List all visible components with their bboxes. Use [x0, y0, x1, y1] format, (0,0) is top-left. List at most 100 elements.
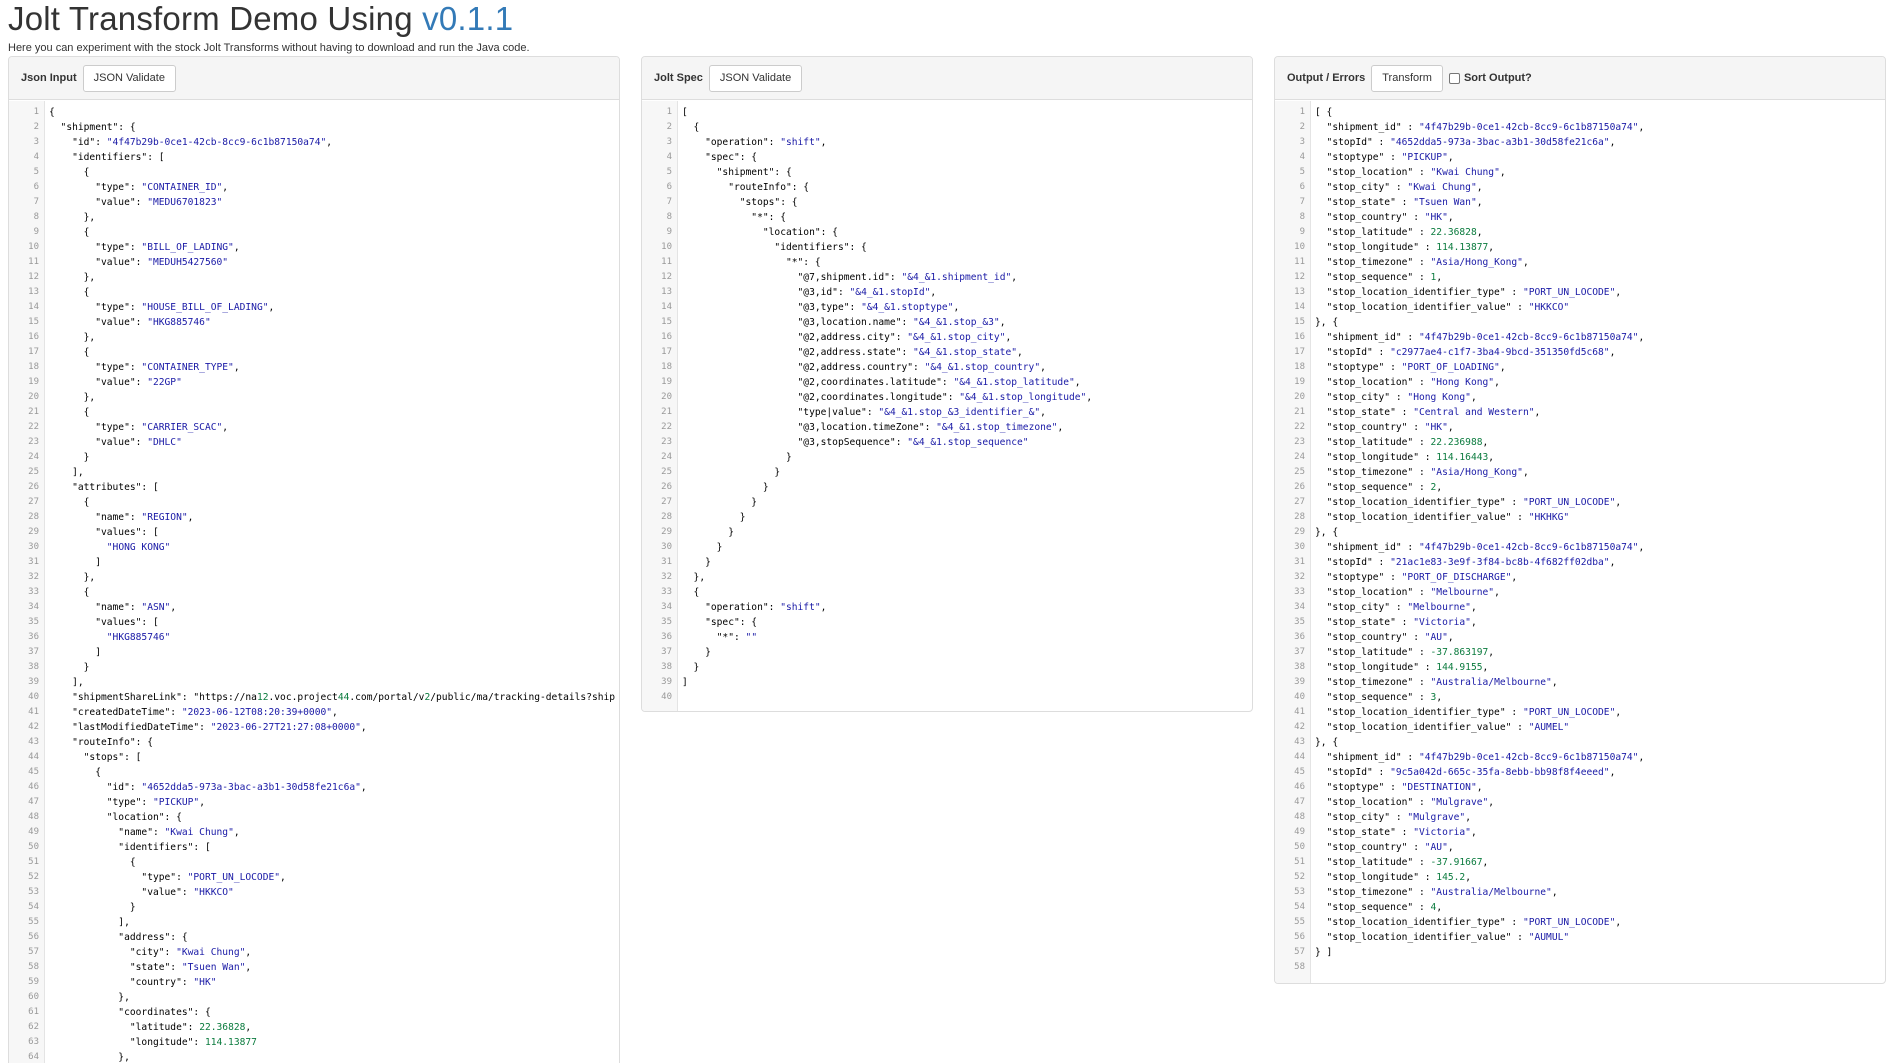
output-line[interactable]: 42 "stop_location_identifier_value" : "A… — [1275, 720, 1885, 735]
json-input-line[interactable]: 57 "city": "Kwai Chung", — [9, 945, 619, 960]
transform-button[interactable]: Transform — [1371, 64, 1443, 92]
jolt-spec-line[interactable]: 35 "spec": { — [642, 615, 1252, 630]
json-input-line[interactable]: 4 "identifiers": [ — [9, 150, 619, 165]
output-line[interactable]: 49 "stop_state" : "Victoria", — [1275, 825, 1885, 840]
json-input-line[interactable]: 36 "HKG885746" — [9, 630, 619, 645]
jolt-spec-line[interactable]: 3 "operation": "shift", — [642, 135, 1252, 150]
output-line[interactable]: 50 "stop_country" : "AU", — [1275, 840, 1885, 855]
output-line[interactable]: 57} ] — [1275, 945, 1885, 960]
json-input-line[interactable]: 28 "name": "REGION", — [9, 510, 619, 525]
jolt-spec-line[interactable]: 11 "*": { — [642, 255, 1252, 270]
jolt-spec-line[interactable]: 27 } — [642, 495, 1252, 510]
output-line[interactable]: 40 "stop_sequence" : 3, — [1275, 690, 1885, 705]
json-input-line[interactable]: 59 "country": "HK" — [9, 975, 619, 990]
output-line[interactable]: 48 "stop_city" : "Mulgrave", — [1275, 810, 1885, 825]
output-line[interactable]: 30 "shipment_id" : "4f47b29b-0ce1-42cb-8… — [1275, 540, 1885, 555]
jolt-spec-line[interactable]: 16 "@2,address.city": "&4_&1.stop_city", — [642, 330, 1252, 345]
json-input-line[interactable]: 2 "shipment": { — [9, 120, 619, 135]
output-line[interactable]: 44 "shipment_id" : "4f47b29b-0ce1-42cb-8… — [1275, 750, 1885, 765]
output-line[interactable]: 11 "stop_timezone" : "Asia/Hong_Kong", — [1275, 255, 1885, 270]
json-input-line[interactable]: 54 } — [9, 900, 619, 915]
output-line[interactable]: 55 "stop_location_identifier_type" : "PO… — [1275, 915, 1885, 930]
output-line[interactable]: 52 "stop_longitude" : 145.2, — [1275, 870, 1885, 885]
json-input-line[interactable]: 61 "coordinates": { — [9, 1005, 619, 1020]
jolt-spec-validate-button[interactable]: JSON Validate — [708, 64, 803, 92]
output-line[interactable]: 26 "stop_sequence" : 2, — [1275, 480, 1885, 495]
output-line[interactable]: 22 "stop_country" : "HK", — [1275, 420, 1885, 435]
jolt-spec-line[interactable]: 36 "*": "" — [642, 630, 1252, 645]
json-input-line[interactable]: 26 "attributes": [ — [9, 480, 619, 495]
output-line[interactable]: 6 "stop_city" : "Kwai Chung", — [1275, 180, 1885, 195]
output-line[interactable]: 24 "stop_longitude" : 114.16443, — [1275, 450, 1885, 465]
json-input-line[interactable]: 25 ], — [9, 465, 619, 480]
json-input-line[interactable]: 6 "type": "CONTAINER_ID", — [9, 180, 619, 195]
output-line[interactable]: 19 "stop_location" : "Hong Kong", — [1275, 375, 1885, 390]
json-input-line[interactable]: 52 "type": "PORT_UN_LOCODE", — [9, 870, 619, 885]
jolt-spec-line[interactable]: 29 } — [642, 525, 1252, 540]
jolt-spec-line[interactable]: 38 } — [642, 660, 1252, 675]
jolt-spec-line[interactable]: 15 "@3,location.name": "&4_&1.stop_&3", — [642, 315, 1252, 330]
jolt-spec-line[interactable]: 14 "@3,type": "&4_&1.stoptype", — [642, 300, 1252, 315]
json-input-line[interactable]: 10 "type": "BILL_OF_LADING", — [9, 240, 619, 255]
output-line[interactable]: 43}, { — [1275, 735, 1885, 750]
json-input-line[interactable]: 15 "value": "HKG885746" — [9, 315, 619, 330]
json-input-line[interactable]: 19 "value": "22GP" — [9, 375, 619, 390]
json-input-line[interactable]: 63 "longitude": 114.13877 — [9, 1035, 619, 1050]
output-line[interactable]: 53 "stop_timezone" : "Australia/Melbourn… — [1275, 885, 1885, 900]
output-line[interactable]: 8 "stop_country" : "HK", — [1275, 210, 1885, 225]
json-input-line[interactable]: 31 ] — [9, 555, 619, 570]
json-input-line[interactable]: 39 ], — [9, 675, 619, 690]
jolt-spec-line[interactable]: 7 "stops": { — [642, 195, 1252, 210]
jolt-spec-line[interactable]: 6 "routeInfo": { — [642, 180, 1252, 195]
jolt-spec-line[interactable]: 10 "identifiers": { — [642, 240, 1252, 255]
json-input-line[interactable]: 37 ] — [9, 645, 619, 660]
output-line[interactable]: 21 "stop_state" : "Central and Western", — [1275, 405, 1885, 420]
json-input-line[interactable]: 53 "value": "HKKCO" — [9, 885, 619, 900]
jolt-spec-line[interactable]: 19 "@2,coordinates.latitude": "&4_&1.sto… — [642, 375, 1252, 390]
json-input-line[interactable]: 30 "HONG KONG" — [9, 540, 619, 555]
json-input-line[interactable]: 41 "createdDateTime": "2023-06-12T08:20:… — [9, 705, 619, 720]
json-input-line[interactable]: 7 "value": "MEDU6701823" — [9, 195, 619, 210]
jolt-spec-line[interactable]: 20 "@2,coordinates.longitude": "&4_&1.st… — [642, 390, 1252, 405]
output-line[interactable]: 51 "stop_latitude" : -37.91667, — [1275, 855, 1885, 870]
json-input-line[interactable]: 40 "shipmentShareLink": "https://na12.vo… — [9, 690, 619, 705]
output-line[interactable]: 41 "stop_location_identifier_type" : "PO… — [1275, 705, 1885, 720]
jolt-spec-line[interactable]: 17 "@2,address.state": "&4_&1.stop_state… — [642, 345, 1252, 360]
output-line[interactable]: 45 "stopId" : "9c5a042d-665c-35fa-8ebb-b… — [1275, 765, 1885, 780]
json-input-line[interactable]: 11 "value": "MEDUH5427560" — [9, 255, 619, 270]
output-line[interactable]: 7 "stop_state" : "Tsuen Wan", — [1275, 195, 1885, 210]
json-input-line[interactable]: 29 "values": [ — [9, 525, 619, 540]
json-input-line[interactable]: 44 "stops": [ — [9, 750, 619, 765]
sort-output-checkbox[interactable] — [1448, 72, 1460, 84]
output-line[interactable]: 33 "stop_location" : "Melbourne", — [1275, 585, 1885, 600]
output-line[interactable]: 18 "stoptype" : "PORT_OF_LOADING", — [1275, 360, 1885, 375]
json-input-line[interactable]: 56 "address": { — [9, 930, 619, 945]
jolt-spec-line[interactable]: 37 } — [642, 645, 1252, 660]
output-line[interactable]: 25 "stop_timezone" : "Asia/Hong_Kong", — [1275, 465, 1885, 480]
jolt-spec-line[interactable]: 22 "@3,location.timeZone": "&4_&1.stop_t… — [642, 420, 1252, 435]
output-line[interactable]: 2 "shipment_id" : "4f47b29b-0ce1-42cb-8c… — [1275, 120, 1885, 135]
jolt-spec-line[interactable]: 33 { — [642, 585, 1252, 600]
jolt-spec-line[interactable]: 23 "@3,stopSequence": "&4_&1.stop_sequen… — [642, 435, 1252, 450]
jolt-spec-line[interactable]: 21 "type|value": "&4_&1.stop_&3_identifi… — [642, 405, 1252, 420]
json-input-line[interactable]: 45 { — [9, 765, 619, 780]
output-line[interactable]: 28 "stop_location_identifier_value" : "H… — [1275, 510, 1885, 525]
json-input-line[interactable]: 32 }, — [9, 570, 619, 585]
json-input-code[interactable]: 1{2 "shipment": {3 "id": "4f47b29b-0ce1-… — [9, 105, 619, 1063]
output-line[interactable]: 20 "stop_city" : "Hong Kong", — [1275, 390, 1885, 405]
output-line[interactable]: 27 "stop_location_identifier_type" : "PO… — [1275, 495, 1885, 510]
json-input-line[interactable]: 33 { — [9, 585, 619, 600]
json-input-line[interactable]: 62 "latitude": 22.36828, — [9, 1020, 619, 1035]
output-editor[interactable]: 1 [ {2 "shipment_id" : "4f47b29b-0ce1-42c… — [1275, 101, 1885, 983]
output-line[interactable]: 23 "stop_latitude" : 22.236988, — [1275, 435, 1885, 450]
json-input-line[interactable]: 60 }, — [9, 990, 619, 1005]
output-line[interactable]: 47 "stop_location" : "Mulgrave", — [1275, 795, 1885, 810]
output-line[interactable]: 10 "stop_longitude" : 114.13877, — [1275, 240, 1885, 255]
jolt-spec-line[interactable]: 13 "@3,id": "&4_&1.stopId", — [642, 285, 1252, 300]
json-input-line[interactable]: 51 { — [9, 855, 619, 870]
sort-output-label[interactable]: Sort Output? — [1464, 72, 1532, 84]
output-line[interactable]: 4 "stoptype" : "PICKUP", — [1275, 150, 1885, 165]
json-input-line[interactable]: 24 } — [9, 450, 619, 465]
jolt-spec-line[interactable]: 5 "shipment": { — [642, 165, 1252, 180]
output-line[interactable]: 37 "stop_latitude" : -37.863197, — [1275, 645, 1885, 660]
